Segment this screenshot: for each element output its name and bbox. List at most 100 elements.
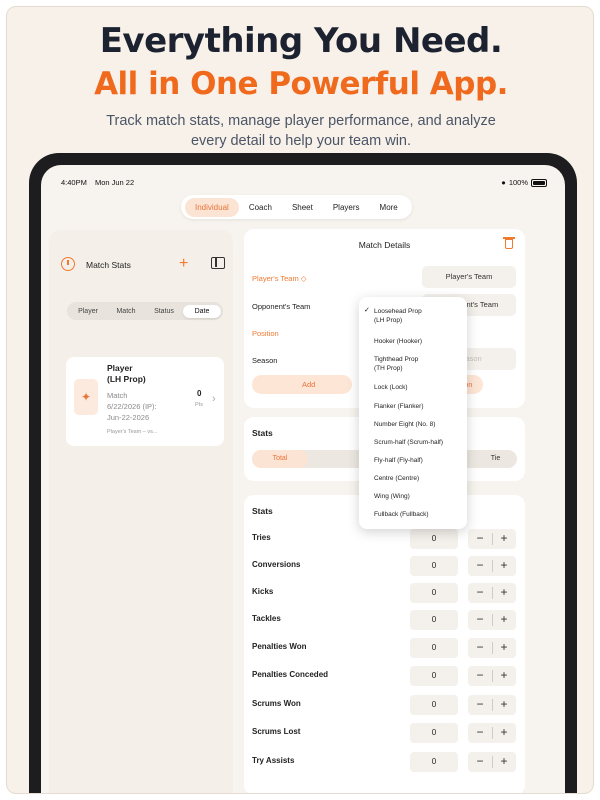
filter-total[interactable]: Total: [252, 450, 308, 468]
position-option[interactable]: Fullback (Fullback): [374, 510, 464, 519]
increment-button[interactable]: +: [492, 752, 516, 772]
add-match-icon[interactable]: +: [179, 255, 188, 273]
filter-tie[interactable]: Tie: [474, 450, 517, 468]
stat-row-penalties-conceded: Penalties Conceded 0− +: [252, 666, 517, 686]
tab-players[interactable]: Players: [323, 198, 370, 217]
add-button[interactable]: Add: [252, 375, 352, 394]
position-label[interactable]: Position: [252, 329, 279, 338]
position-option[interactable]: Wing (Wing): [374, 492, 464, 501]
position-option[interactable]: Tighthead Prop (TH Prop): [374, 355, 464, 373]
rugby-player-icon: ✦: [74, 379, 98, 415]
stat-row-tries: Tries 0− +: [252, 529, 517, 549]
increment-button[interactable]: +: [492, 723, 516, 743]
tab-sheet[interactable]: Sheet: [282, 198, 323, 217]
decrement-button[interactable]: −: [468, 752, 492, 772]
chevron-right-icon: ›: [212, 393, 216, 405]
position-option-label: Wing (Wing): [374, 493, 410, 500]
decrement-button[interactable]: −: [468, 556, 492, 576]
sidebar-toggle-icon[interactable]: [211, 257, 225, 269]
tab-more[interactable]: More: [370, 198, 408, 217]
increment-button[interactable]: +: [492, 610, 516, 630]
card-match-date: 6/22/2026 (IP):: [107, 402, 157, 411]
stat-name-scrums-lost: Scrums Lost: [252, 727, 301, 736]
increment-button[interactable]: +: [492, 666, 516, 686]
players-team-select[interactable]: Player's Team: [422, 266, 516, 288]
players-team-label: Player's Team ◇: [252, 274, 307, 283]
season-label: Season: [252, 356, 278, 365]
decrement-button[interactable]: −: [468, 666, 492, 686]
stat-value-conversions[interactable]: 0: [410, 556, 458, 576]
match-card[interactable]: ✦ Player (LH Prop) Match 6/22/2026 (IP):…: [66, 357, 224, 446]
stat-value-tackles[interactable]: 0: [410, 610, 458, 630]
sidebar-title: Match Stats: [86, 260, 131, 270]
increment-button[interactable]: +: [492, 556, 516, 576]
position-option-label: Flanker (Flanker): [374, 403, 424, 410]
status-time: 4:40PM: [61, 178, 87, 187]
tablet-device: 4:40PM Mon Jun 22 ● 100% Individual Coac…: [29, 153, 577, 793]
position-option-abbrev: (LH Prop): [374, 317, 403, 324]
stat-value-kicks[interactable]: 0: [410, 583, 458, 603]
position-option[interactable]: Flanker (Flanker): [374, 402, 464, 411]
sort-date[interactable]: Date: [183, 304, 221, 318]
position-dropdown-menu: Loosehead Prop (LH Prop) ✓ Hooker (Hooker) T…: [359, 297, 467, 529]
battery-percent: 100%: [508, 178, 528, 187]
position-option[interactable]: Loosehead Prop (LH Prop): [374, 307, 464, 325]
stats-title: Stats: [252, 506, 273, 516]
stat-name-scrums-won: Scrums Won: [252, 699, 301, 708]
stat-stepper-scrums-lost: − +: [468, 723, 516, 743]
stat-value-scrums-lost[interactable]: 0: [410, 723, 458, 743]
tab-individual[interactable]: Individual: [185, 197, 239, 217]
stat-row-penalties-won: Penalties Won 0− +: [252, 638, 517, 658]
position-option[interactable]: Hooker (Hooker): [374, 337, 464, 346]
sort-status[interactable]: Status: [145, 305, 183, 318]
hero: Everything You Need. All in One Powerful…: [7, 21, 593, 151]
increment-button[interactable]: +: [492, 529, 516, 549]
position-option[interactable]: Scrum-half (Scrum-half): [374, 438, 464, 447]
card-title: Player (LH Prop): [107, 363, 146, 385]
stats-filter-title: Stats: [252, 428, 273, 438]
stat-value-penalties-conceded[interactable]: 0: [410, 666, 458, 686]
wifi-icon: ●: [501, 178, 506, 187]
hero-subtitle: All in One Powerful App.: [94, 66, 508, 102]
stat-name-conversions: Conversions: [252, 560, 301, 569]
position-option[interactable]: Centre (Centre): [374, 474, 464, 483]
stat-value-scrums-won[interactable]: 0: [410, 695, 458, 715]
stat-row-tackles: Tackles 0− +: [252, 610, 517, 630]
position-option-label: Number Eight (No. 8): [374, 421, 436, 428]
increment-button[interactable]: +: [492, 695, 516, 715]
position-option[interactable]: Number Eight (No. 8): [374, 420, 464, 429]
position-option-label: Hooker (Hooker): [374, 338, 423, 345]
stat-stepper-penalties-won: − +: [468, 638, 516, 658]
promo-frame: Everything You Need. All in One Powerful…: [6, 6, 594, 794]
clock-icon[interactable]: [61, 257, 75, 271]
stat-stepper-scrums-won: − +: [468, 695, 516, 715]
decrement-button[interactable]: −: [468, 529, 492, 549]
decrement-button[interactable]: −: [468, 610, 492, 630]
sort-match[interactable]: Match: [107, 305, 145, 318]
increment-button[interactable]: +: [492, 583, 516, 603]
position-option-label: Centre (Centre): [374, 475, 420, 482]
stat-value-penalties-won[interactable]: 0: [410, 638, 458, 658]
card-footer: Player's Team – vs...: [107, 429, 158, 435]
position-option[interactable]: Fly-half (Fly-half): [374, 456, 464, 465]
stat-value-try-assists[interactable]: 0: [410, 752, 458, 772]
hero-description: Track match stats, manage player perform…: [106, 113, 496, 149]
sort-player[interactable]: Player: [69, 305, 107, 318]
trash-icon[interactable]: [503, 235, 515, 249]
stat-name-tackles: Tackles: [252, 614, 281, 623]
increment-button[interactable]: +: [492, 638, 516, 658]
decrement-button[interactable]: −: [468, 583, 492, 603]
stat-stepper-penalties-conceded: − +: [468, 666, 516, 686]
card-match: Match: [107, 391, 128, 400]
position-option-label: Fullback (Fullback): [374, 511, 429, 518]
stat-value-tries[interactable]: 0: [410, 529, 458, 549]
card-points-unit: Pts: [195, 402, 203, 408]
position-option[interactable]: Lock (Lock): [374, 383, 464, 392]
tab-coach[interactable]: Coach: [239, 198, 282, 217]
stats-panel: Stats Tries 0− + Conversions 0− + Kicks 0− + Tack…: [244, 495, 525, 793]
decrement-button[interactable]: −: [468, 638, 492, 658]
stat-row-kicks: Kicks 0− +: [252, 583, 517, 603]
decrement-button[interactable]: −: [468, 695, 492, 715]
decrement-button[interactable]: −: [468, 723, 492, 743]
stat-row-scrums-lost: Scrums Lost 0− +: [252, 723, 517, 743]
